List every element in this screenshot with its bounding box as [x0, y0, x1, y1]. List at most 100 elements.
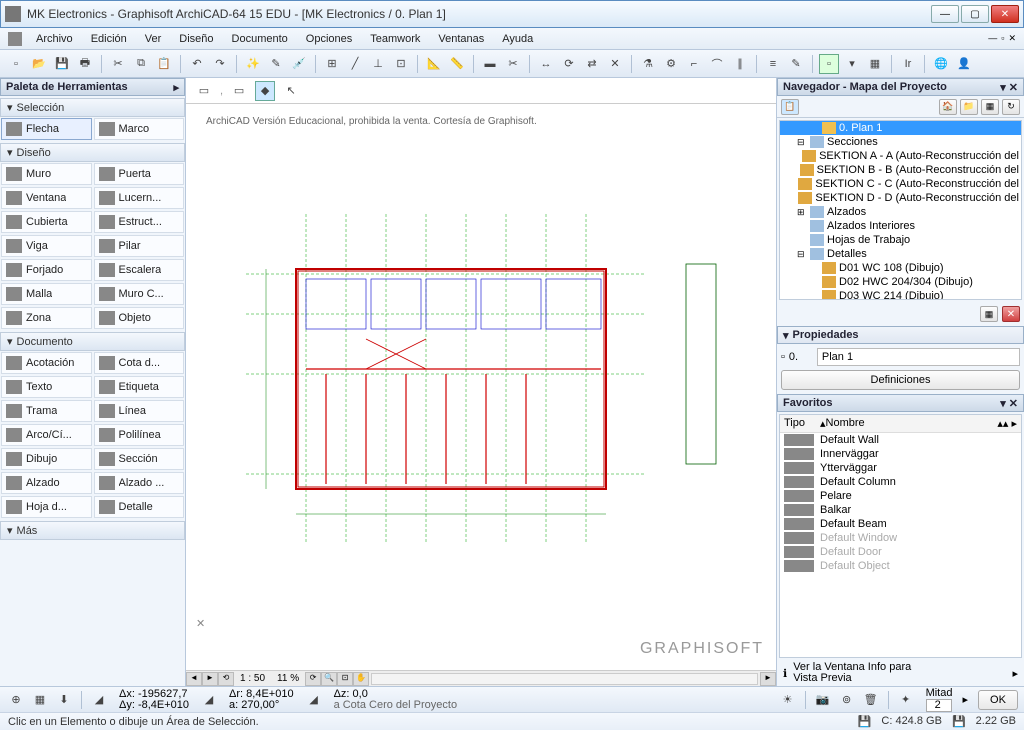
tool-zone-icon[interactable]: Zona	[1, 307, 92, 329]
properties-header[interactable]: ▾Propiedades	[777, 326, 1024, 344]
tree-item[interactable]: D03 WC 214 (Dibujo)	[780, 289, 1021, 300]
tool-section-selección[interactable]: ▾Selección	[0, 98, 185, 117]
nav-view-icon[interactable]: 📁	[960, 99, 978, 115]
tool-shell-icon[interactable]: Estruct...	[94, 211, 185, 233]
zoom-in-icon[interactable]: 🔍	[321, 672, 337, 686]
chevron-down-icon[interactable]: ▾	[1000, 397, 1006, 410]
paste-icon[interactable]: 📋	[154, 54, 174, 74]
move-icon[interactable]: ↔	[536, 54, 556, 74]
favorite-item[interactable]: Balkar	[780, 503, 1021, 517]
3d-icon[interactable]: 🌐	[931, 54, 951, 74]
filter-icon[interactable]: ⚗	[638, 54, 658, 74]
tree-item[interactable]: D01 WC 108 (Dibujo)	[780, 261, 1021, 275]
tool-object-icon[interactable]: Objeto	[94, 307, 185, 329]
offset-icon[interactable]: ∥	[730, 54, 750, 74]
menu-diseno[interactable]: Diseño	[171, 31, 221, 47]
sun-icon[interactable]: ☀	[778, 690, 798, 710]
menu-ayuda[interactable]: Ayuda	[494, 31, 541, 47]
menu-opciones[interactable]: Opciones	[298, 31, 360, 47]
chevron-down-icon[interactable]: ▾	[1000, 81, 1006, 94]
zoom-percent[interactable]: 11 %	[271, 673, 305, 684]
tool-polyline-icon[interactable]: Polilínea	[94, 424, 185, 446]
snap-icon[interactable]: ⊞	[322, 54, 342, 74]
favorite-item[interactable]: Innerväggar	[780, 447, 1021, 461]
tool-roof-icon[interactable]: Cubierta	[1, 211, 92, 233]
zoom-fwd-icon[interactable]: ⟳	[305, 672, 321, 686]
lock-xy-icon[interactable]: ◢	[199, 690, 219, 710]
tool-mesh-icon[interactable]: Malla	[1, 283, 92, 305]
favorite-item[interactable]: Default Door	[780, 545, 1021, 559]
adjust-icon[interactable]: ⚙	[661, 54, 681, 74]
dropdown1-icon[interactable]: ▾	[842, 54, 862, 74]
tool-level-icon[interactable]: Cota d...	[94, 352, 185, 374]
favorite-item[interactable]: Default Object	[780, 559, 1021, 573]
tool-line-icon[interactable]: Línea	[94, 400, 185, 422]
nav-map-icon[interactable]: 🏠	[939, 99, 957, 115]
favorites-header[interactable]: Favoritos ▾✕	[777, 394, 1024, 412]
rotate-icon[interactable]: ⟳	[559, 54, 579, 74]
drawing-canvas[interactable]: ArchiCAD Versión Educacional, prohibida …	[186, 104, 776, 670]
tool-arc-icon[interactable]: Arco/Cí...	[1, 424, 92, 446]
nav-project-icon[interactable]: 📋	[781, 99, 799, 115]
trace-icon[interactable]: Ir	[898, 54, 918, 74]
undo-icon[interactable]: ↶	[187, 54, 207, 74]
favorites-list[interactable]: Tipo ▴ Nombre ▴▴ ▸ Default WallInnervägg…	[779, 414, 1022, 658]
favorite-item[interactable]: Ytterväggar	[780, 461, 1021, 475]
scroll-right-icon[interactable]: ►	[202, 672, 218, 686]
fav-col-name[interactable]: Nombre	[826, 417, 865, 430]
view-icon[interactable]: ▫	[819, 54, 839, 74]
mdi-restore[interactable]: ▫	[1001, 33, 1004, 44]
mitad-val[interactable]: 2	[926, 699, 953, 712]
gravity-icon[interactable]: ⬇	[54, 690, 74, 710]
tool-door-icon[interactable]: Puerta	[94, 163, 185, 185]
help-icon[interactable]: 👤	[954, 54, 974, 74]
toolbox-header[interactable]: Paleta de Herramientas ▸	[0, 78, 185, 96]
hscrollbar[interactable]	[371, 673, 758, 685]
ruler-icon[interactable]: 📐	[424, 54, 444, 74]
tool-section-icon[interactable]: Sección	[94, 448, 185, 470]
pen-icon[interactable]: ✎	[786, 54, 806, 74]
menu-documento[interactable]: Documento	[224, 31, 296, 47]
tree-item[interactable]: ⊟Detalles	[780, 247, 1021, 261]
tool-section-diseño[interactable]: ▾Diseño	[0, 143, 185, 162]
favorite-item[interactable]: Default Column	[780, 475, 1021, 489]
ruler-toggle-icon[interactable]: ◢	[89, 690, 109, 710]
split-icon[interactable]: ✕	[605, 54, 625, 74]
menu-ver[interactable]: Ver	[137, 31, 170, 47]
zoom-back-icon[interactable]: ⟲	[218, 672, 234, 686]
tool-skylight-icon[interactable]: Lucern...	[94, 187, 185, 209]
menu-edicion[interactable]: Edición	[83, 31, 135, 47]
tool-beam-icon[interactable]: Viga	[1, 235, 92, 257]
menu-teamwork[interactable]: Teamwork	[362, 31, 428, 47]
magic-wand-icon[interactable]: ✨	[243, 54, 263, 74]
fav-menu-icon[interactable]: ▸	[1012, 667, 1018, 680]
trash-icon[interactable]: 🗑	[861, 690, 881, 710]
fillet-icon[interactable]: ⌒	[707, 54, 727, 74]
mdi-minimize[interactable]: —	[988, 33, 997, 44]
nav-close-icon[interactable]: ✕	[1009, 81, 1018, 94]
tool-column-icon[interactable]: Pilar	[94, 235, 185, 257]
eyedropper-icon[interactable]: ✎	[266, 54, 286, 74]
tool-window-icon[interactable]: Ventana	[1, 187, 92, 209]
tree-item[interactable]: SEKTION D - D (Auto-Reconstrucción del	[780, 191, 1021, 205]
app-menu-icon[interactable]	[8, 32, 22, 46]
guide-icon[interactable]: ╱	[345, 54, 365, 74]
tree-item[interactable]: 0. Plan 1	[780, 121, 1021, 135]
target-icon[interactable]: ⊚	[837, 690, 857, 710]
lock-ra-icon[interactable]: ◢	[304, 690, 324, 710]
redo-icon[interactable]: ↷	[210, 54, 230, 74]
tree-item[interactable]: SEKTION C - C (Auto-Reconstrucción del	[780, 177, 1021, 191]
ok-button[interactable]: OK	[978, 690, 1018, 710]
tree-item[interactable]: Alzados Interiores	[780, 219, 1021, 233]
corner-icon[interactable]: ⌐	[684, 54, 704, 74]
selection-mode2-icon[interactable]: ◆	[255, 81, 275, 101]
grid-snap-icon[interactable]: ▦	[30, 690, 50, 710]
tool-dimension-icon[interactable]: Acotación	[1, 352, 92, 374]
print-icon[interactable]: 🖶	[75, 54, 95, 74]
tool-section-documento[interactable]: ▾Documento	[0, 332, 185, 351]
tool-label-icon[interactable]: Etiqueta	[94, 376, 185, 398]
mitad-dropdown[interactable]: ▸	[962, 693, 968, 706]
tool-detail-icon[interactable]: Detalle	[94, 496, 185, 518]
maximize-button[interactable]: ▢	[961, 5, 989, 23]
tool-worksheet-icon[interactable]: Hoja d...	[1, 496, 92, 518]
